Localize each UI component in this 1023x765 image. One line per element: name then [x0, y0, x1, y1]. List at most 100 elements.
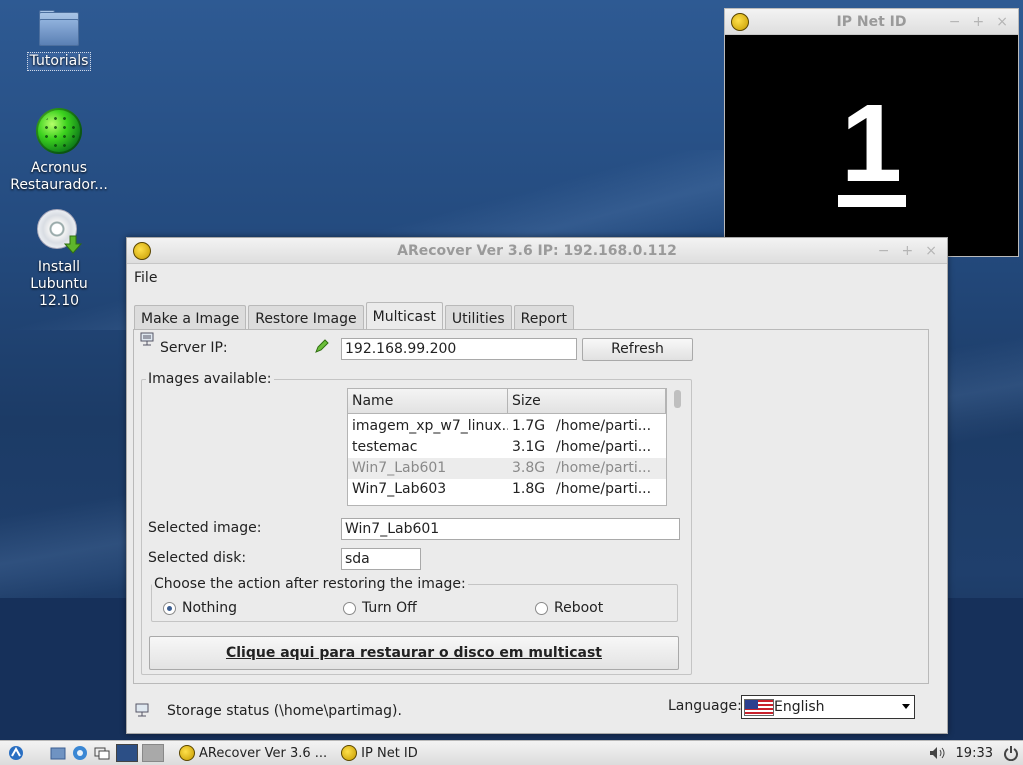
tab-report[interactable]: Report [513, 305, 575, 332]
tab-utilities[interactable]: Utilities [444, 305, 512, 332]
close-icon[interactable]: × [996, 14, 1008, 30]
app-coin-icon [179, 745, 195, 761]
table-row-selected[interactable]: Win7_Lab601 3.8G /home/parti... [348, 458, 666, 479]
workspace-2[interactable] [142, 744, 164, 762]
selected-image-field[interactable]: Win7_Lab601 [341, 518, 680, 540]
server-ip-label: Server IP: [160, 340, 228, 356]
desktop-icon-label: Install Lubuntu 12.10 [30, 259, 88, 309]
table-row[interactable]: Win7_Lab603 1.8G /home/parti... [348, 479, 666, 500]
start-menu-button[interactable] [0, 742, 27, 764]
window-switcher-button[interactable] [91, 742, 113, 764]
selected-disk-label: Selected disk: [148, 550, 247, 566]
radio-unchecked-icon [343, 601, 356, 615]
cell-size: 3.1G [512, 439, 546, 455]
app-coin-icon [731, 12, 749, 31]
radio-reboot[interactable]: Reboot [535, 600, 603, 616]
network-server-icon [140, 332, 154, 346]
taskbar: ARecover Ver 3.6 ... IP Net ID 19:33 [0, 740, 1023, 765]
browser-launcher[interactable] [69, 742, 91, 764]
desktop-icon-tutorials[interactable]: Tutorials [4, 10, 114, 71]
radio-unchecked-icon [535, 601, 548, 615]
after-restore-action-label: Choose the action after restoring the im… [152, 575, 468, 593]
tab-bar: Make a Image Restore Image Multicast Uti… [134, 301, 576, 333]
task-ipnet[interactable]: IP Net ID [337, 742, 422, 764]
table-scrollbar[interactable] [674, 390, 681, 408]
cell-size: 1.7G [512, 418, 546, 434]
arecover-titlebar[interactable]: ARecover Ver 3.6 IP: 192.168.0.112 − + × [127, 238, 947, 264]
power-icon[interactable] [1003, 745, 1019, 761]
ipnet-window: IP Net ID − + × 1 [724, 8, 1019, 257]
images-available-label: Images available: [146, 370, 274, 388]
refresh-button[interactable]: Refresh [582, 338, 693, 361]
windows-icon [94, 747, 110, 760]
language-value: English [774, 699, 825, 715]
us-flag-icon [744, 699, 774, 716]
folder-icon [37, 10, 81, 48]
language-label: Language: [668, 698, 742, 714]
task-arecover[interactable]: ARecover Ver 3.6 ... [175, 742, 331, 764]
desktop-icon-acronus[interactable]: Acronus Restaurador... [4, 108, 114, 194]
storage-network-icon [135, 703, 149, 717]
cell-path: /home/parti... [556, 418, 652, 434]
task-label: IP Net ID [361, 745, 418, 761]
browser-icon [73, 746, 87, 760]
cell-name: imagem_xp_w7_linux... [352, 418, 508, 434]
restore-multicast-label: Clique aqui para restaurar o disco em mu… [225, 645, 602, 661]
lubuntu-logo-icon [9, 746, 23, 760]
storage-status-text: Storage status (\home\partimag). [167, 703, 402, 719]
cell-size: 3.8G [512, 460, 546, 476]
radio-label: Turn Off [362, 600, 417, 616]
multicast-panel: Server IP: 192.168.99.200 Refresh Images… [133, 329, 929, 684]
maximize-icon[interactable]: + [902, 243, 914, 259]
minimize-icon[interactable]: − [878, 243, 890, 259]
minimize-icon[interactable]: − [949, 14, 961, 30]
window-title: ARecover Ver 3.6 IP: 192.168.0.112 [397, 242, 677, 259]
cell-path: /home/parti... [556, 481, 652, 497]
menu-file[interactable]: File [134, 270, 157, 286]
chevron-down-icon [902, 704, 910, 709]
images-table: Name Size imagem_xp_w7_linux... 1.7G /ho… [347, 388, 667, 506]
maximize-icon[interactable]: + [973, 14, 985, 30]
radio-turn-off[interactable]: Turn Off [343, 600, 417, 616]
ipnet-titlebar[interactable]: IP Net ID − + × [725, 9, 1018, 35]
workspace-1[interactable] [116, 744, 138, 762]
cell-size: 1.8G [512, 481, 546, 497]
table-header: Name Size [348, 389, 666, 414]
cell-path: /home/parti... [556, 439, 652, 455]
desktop-icon-label: Acronus Restaurador... [10, 160, 108, 193]
tab-restore-image[interactable]: Restore Image [248, 305, 364, 332]
server-ip-input[interactable]: 192.168.99.200 [341, 338, 577, 360]
arecover-window: ARecover Ver 3.6 IP: 192.168.0.112 − + ×… [126, 237, 948, 734]
column-size-header[interactable]: Size [508, 389, 666, 413]
radio-nothing[interactable]: Nothing [163, 600, 237, 616]
app-coin-icon [133, 241, 151, 260]
ip-id-number: 1 [840, 82, 903, 205]
desktop-pager[interactable] [113, 742, 167, 764]
desktop-icon-install-lubuntu[interactable]: Install Lubuntu 12.10 [4, 209, 114, 310]
file-manager-launcher[interactable] [47, 742, 69, 764]
tab-make-image[interactable]: Make a Image [134, 305, 247, 332]
language-select[interactable]: English [741, 695, 915, 719]
folder-icon [50, 747, 66, 760]
cd-install-icon [37, 209, 83, 254]
radio-label: Nothing [182, 600, 238, 616]
ip-id-underline [838, 195, 906, 207]
pencil-edit-icon [315, 339, 329, 353]
close-icon[interactable]: × [925, 243, 937, 259]
column-name-header[interactable]: Name [348, 389, 508, 413]
radio-checked-icon [163, 601, 176, 615]
cell-name: Win7_Lab601 [352, 460, 447, 476]
restore-multicast-button[interactable]: Clique aqui para restaurar o disco em mu… [149, 636, 679, 670]
task-label: ARecover Ver 3.6 ... [199, 745, 328, 761]
selected-disk-field[interactable]: sda [341, 548, 421, 570]
cell-path: /home/parti... [556, 460, 652, 476]
desktop-icon-label: Tutorials [26, 52, 92, 71]
radio-label: Reboot [554, 600, 604, 616]
app-coin-icon [341, 745, 358, 761]
volume-icon[interactable] [928, 745, 946, 761]
table-row[interactable]: imagem_xp_w7_linux... 1.7G /home/parti..… [348, 416, 666, 437]
table-row[interactable]: testemac 3.1G /home/parti... [348, 437, 666, 458]
cell-name: testemac [352, 439, 418, 455]
cell-name: Win7_Lab603 [352, 481, 447, 497]
clock[interactable]: 19:33 [956, 746, 993, 761]
